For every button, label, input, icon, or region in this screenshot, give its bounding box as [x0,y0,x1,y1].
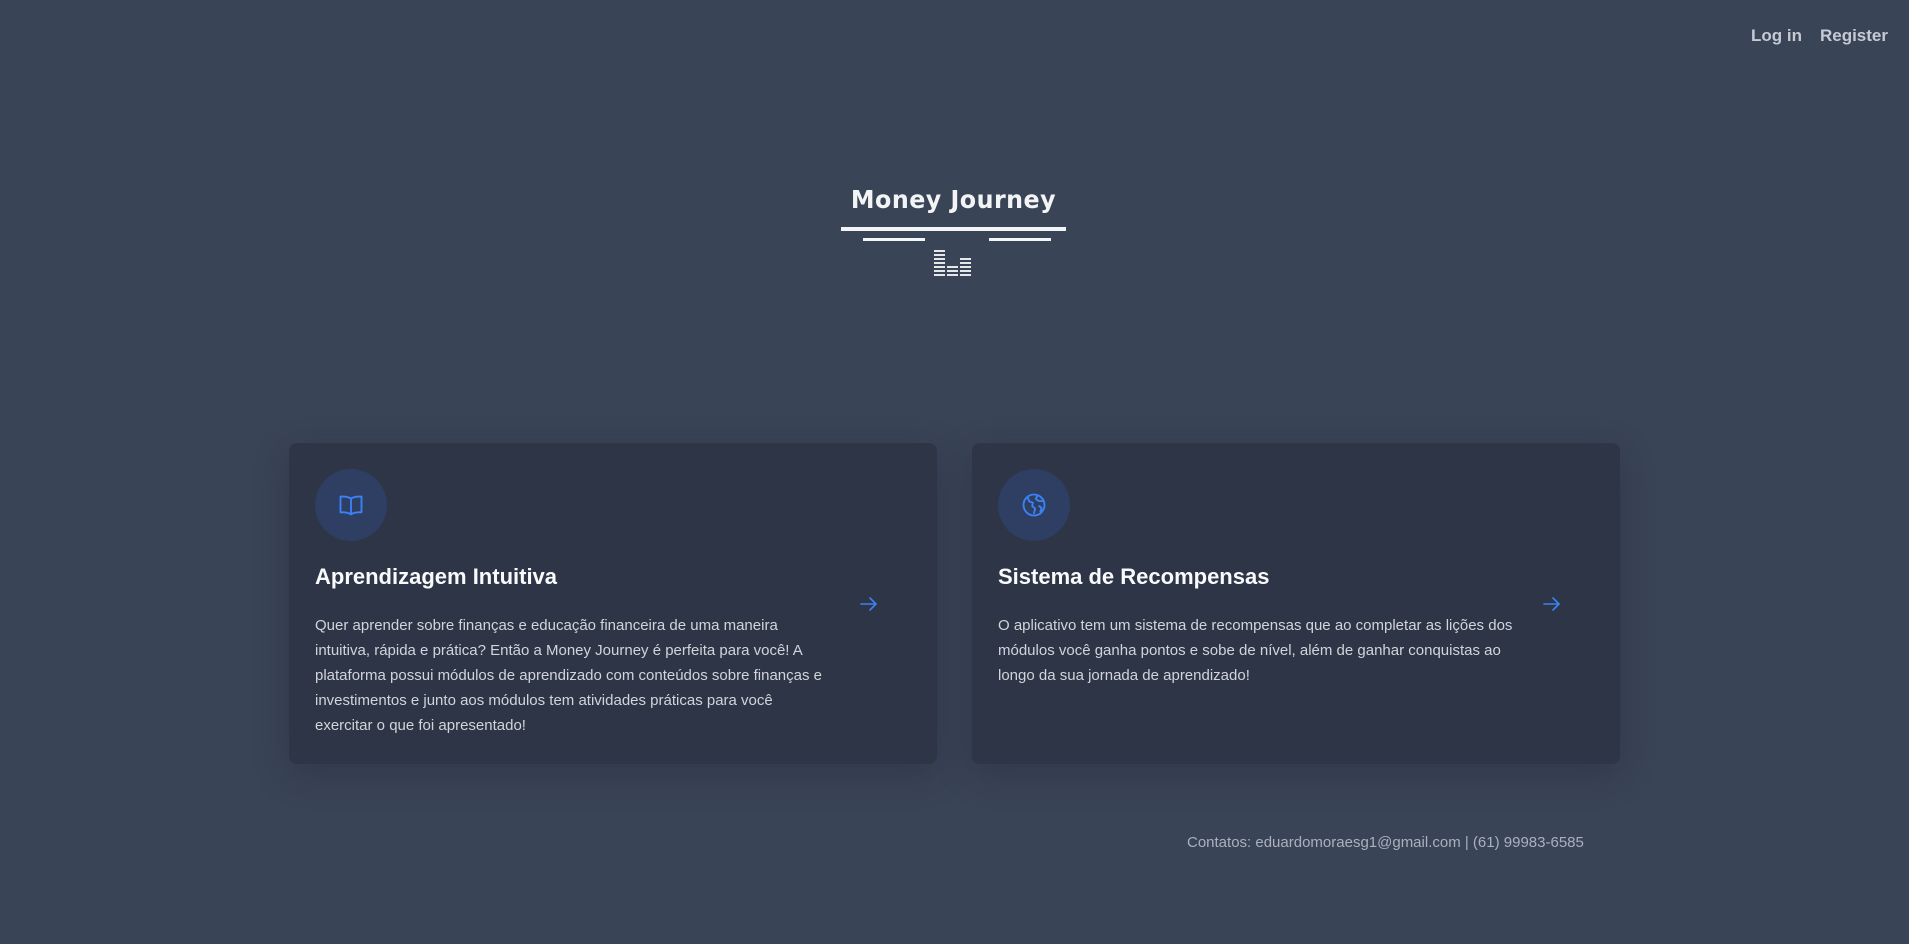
book-open-icon [315,469,387,541]
feature-cards: Aprendizagem Intuitiva Quer aprender sob… [289,443,1620,764]
card-title: Aprendizagem Intuitiva [315,564,558,589]
login-link[interactable]: Log in [1751,26,1802,46]
top-nav: Log in Register [1751,26,1888,46]
logo-graphic [841,227,1066,276]
card-title: Sistema de Recompensas [998,564,1270,589]
logo-title: Money Journey [850,185,1057,214]
register-link[interactable]: Register [1820,26,1888,46]
globe-icon [998,469,1070,541]
arrow-right-icon[interactable] [857,592,881,616]
card-text: Quer aprender sobre finanças e educação … [315,617,822,734]
footer-contacts: Contatos: eduardomoraesg1@gmail.com | (6… [1187,834,1584,851]
arrow-right-icon[interactable] [1540,592,1564,616]
card-recompensas: Sistema de Recompensas O aplicativo tem … [972,443,1620,764]
card-text: O aplicativo tem um sistema de recompens… [998,617,1513,684]
logo: Money Journey [841,182,1066,287]
card-aprendizagem: Aprendizagem Intuitiva Quer aprender sob… [289,443,937,764]
